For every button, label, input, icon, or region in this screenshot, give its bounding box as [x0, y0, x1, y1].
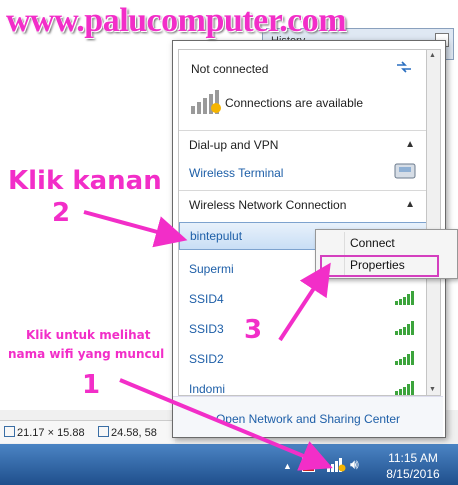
position-icon — [98, 426, 109, 437]
annotation-hint-line2: nama wifi yang muncul — [8, 347, 165, 361]
size1-text: 21.17 × 15.88 — [17, 427, 85, 439]
network-item-ssid2[interactable]: SSID2 — [179, 348, 427, 372]
size-readout-1: 21.17 × 15.88 — [4, 426, 85, 439]
network-name: bintepulut — [190, 229, 243, 243]
scroll-down-icon[interactable]: ▼ — [429, 386, 436, 393]
signal-strength-icon — [395, 291, 417, 305]
annotation-step-2: 2 — [52, 198, 71, 228]
annotation-hint-line1: Klik untuk melihat — [26, 328, 151, 342]
annotation-step-3: 3 — [244, 315, 263, 345]
flyout-footer: Open Network and Sharing Center — [173, 396, 443, 437]
watermark-logo: www.palucomputer.com — [6, 2, 347, 39]
status-title: Not connected — [191, 62, 269, 76]
signal-strength-icon — [395, 381, 417, 395]
network-item-ssid3[interactable]: SSID3 — [179, 318, 427, 342]
scroll-up-icon[interactable]: ▲ — [429, 52, 436, 59]
open-network-sharing-center-link[interactable]: Open Network and Sharing Center — [173, 412, 443, 426]
size-readout-2: 24.58, 58 — [98, 426, 157, 439]
clock-time: 11:15 AM — [388, 451, 438, 465]
network-name: SSID3 — [189, 322, 224, 336]
section-header-dialup[interactable]: Dial-up and VPN — [189, 138, 427, 152]
context-menu: Connect Properties — [315, 229, 458, 279]
network-name: SSID4 — [189, 292, 224, 306]
section-header-wireless[interactable]: Wireless Network Connection — [189, 198, 427, 212]
scrollbar[interactable]: ▲ ▼ — [426, 49, 441, 396]
network-item-indomi[interactable]: Indomi — [179, 378, 427, 396]
dimension-icon — [4, 426, 15, 437]
menu-item-properties[interactable]: Properties — [350, 258, 405, 272]
annotation-step-1: 1 — [82, 370, 101, 400]
chevron-up-icon[interactable]: ▲ — [405, 139, 415, 150]
chevron-up-icon[interactable]: ▲ — [405, 199, 415, 210]
menu-item-connect[interactable]: Connect — [350, 236, 395, 250]
network-item-ssid4[interactable]: SSID4 — [179, 288, 427, 312]
divider — [179, 190, 427, 191]
refresh-icon[interactable] — [395, 60, 413, 74]
signal-strength-icon — [395, 351, 417, 365]
divider — [179, 130, 427, 131]
connection-list: Not connected Connections are available … — [178, 49, 428, 396]
network-name: SSID2 — [189, 352, 224, 366]
signal-strength-icon — [395, 321, 417, 335]
no-connection-signal-icon — [191, 90, 221, 114]
size2-text: 24.58, 58 — [111, 427, 157, 439]
tray-clock[interactable]: 11:15 AM 8/15/2016 — [378, 450, 448, 482]
tray-show-hidden-icon[interactable]: ▲ — [283, 461, 292, 471]
status-bar: 21.17 × 15.88 24.58, 58 — [0, 420, 175, 443]
network-name: Supermi — [189, 262, 234, 276]
modem-icon — [394, 163, 416, 179]
network-tray-icon[interactable] — [325, 456, 347, 472]
status-sub: Connections are available — [225, 96, 364, 110]
action-center-flag-icon[interactable] — [302, 457, 315, 472]
volume-icon[interactable]: 🔊︎ — [350, 456, 359, 473]
clock-date: 8/15/2016 — [386, 467, 440, 481]
annotation-klik-kanan: Klik kanan — [8, 166, 162, 196]
network-name: Indomi — [189, 382, 226, 396]
